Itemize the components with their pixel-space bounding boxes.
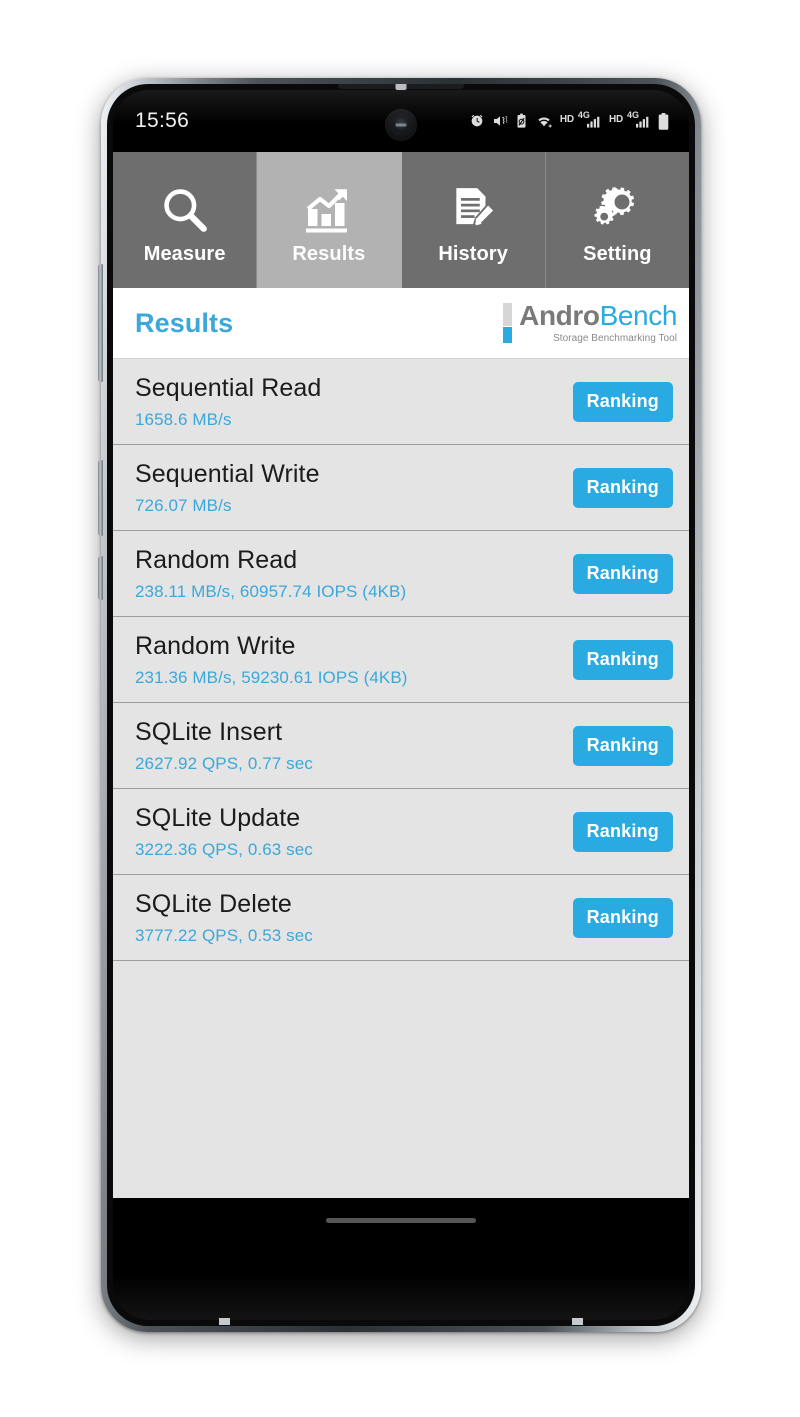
result-value: 3777.22 QPS, 0.53 sec [135,925,313,945]
table-row[interactable]: Sequential Write 726.07 MB/s Ranking [113,445,689,531]
ranking-button[interactable]: Ranking [572,467,673,508]
row-content: SQLite Update 3222.36 QPS, 0.63 sec [135,804,313,860]
tab-history[interactable]: History [401,152,546,288]
gears-icon [588,181,646,239]
ranking-button[interactable]: Ranking [572,897,673,938]
result-title: Random Write [135,631,296,660]
list-empty-area [113,961,689,1198]
result-value: 238.11 MB/s, 60957.74 IOPS (4KB) [135,581,407,601]
status-icon-tray: HD 4G HD 4G [469,110,669,130]
magnifier-icon [156,181,214,239]
result-value: 231.36 MB/s, 59230.61 IOPS (4KB) [135,667,408,687]
frame-antenna-notch-left [219,1318,230,1325]
page-header: Results AndroBench Storage Benchmarking … [113,288,689,359]
table-row[interactable]: Random Write 231.36 MB/s, 59230.61 IOPS … [113,617,689,703]
tab-results-label: Results [292,242,366,265]
result-title: Sequential Read [135,373,322,402]
status-bar: 15:56 HD 4G HD 4G [113,90,689,152]
result-value: 2627.92 QPS, 0.77 sec [135,753,313,773]
row-content: Sequential Write 726.07 MB/s [135,460,320,516]
volume-down-button[interactable] [98,460,103,536]
ranking-button[interactable]: Ranking [572,639,673,680]
table-row[interactable]: Random Read 238.11 MB/s, 60957.74 IOPS (… [113,531,689,617]
system-navigation-bar [113,1198,689,1320]
phone-device: 15:56 HD 4G HD 4G Measure Results Histor… [98,78,701,1332]
androbench-logo: AndroBench Storage Benchmarking Tool [503,302,677,344]
result-title: SQLite Insert [135,717,283,746]
mute-vibrate-icon [492,113,508,129]
table-row[interactable]: Sequential Read 1658.6 MB/s Ranking [113,359,689,445]
logo-wordmark: AndroBench [519,302,677,330]
phone-screen-glass: 15:56 HD 4G HD 4G Measure Results Histor… [113,90,689,1320]
ranking-button[interactable]: Ranking [572,381,673,422]
battery-saver-icon [515,113,528,129]
tab-setting[interactable]: Setting [545,152,689,288]
row-content: Random Read 238.11 MB/s, 60957.74 IOPS (… [135,546,406,602]
logo-word-bench: Bench [599,300,678,331]
result-title: SQLite Delete [135,889,292,918]
table-row[interactable]: SQLite Delete 3777.22 QPS, 0.53 sec Rank… [113,875,689,961]
page-title: Results [135,307,234,338]
row-content: SQLite Delete 3777.22 QPS, 0.53 sec [135,890,313,946]
tab-setting-label: Setting [583,242,652,265]
main-tab-bar: Measure Results History Setting [113,152,689,288]
row-content: Sequential Read 1658.6 MB/s [135,374,321,430]
table-row[interactable]: SQLite Update 3222.36 QPS, 0.63 sec Rank… [113,789,689,875]
document-pencil-icon [444,181,502,239]
row-content: Random Write 231.36 MB/s, 59230.61 IOPS … [135,632,408,688]
wifi-icon [535,113,553,129]
logo-bar-icon [503,303,513,343]
front-camera-punch-hole [385,109,417,141]
result-title: Sequential Write [135,459,320,488]
result-value: 726.07 MB/s [135,495,232,515]
result-value: 3222.36 QPS, 0.63 sec [135,839,313,859]
tab-results[interactable]: Results [257,152,402,288]
battery-icon [658,112,669,130]
logo-word-andro: Andro [519,300,600,331]
network-indicator-2: HD 4G [608,110,651,128]
status-clock: 15:56 [135,109,190,132]
tab-measure-label: Measure [143,242,226,265]
bar-chart-arrow-icon [300,181,358,239]
volume-up-button[interactable] [98,264,103,382]
tab-history-label: History [438,242,508,265]
network-indicator-1: HD 4G [559,110,602,128]
tab-measure[interactable]: Measure [113,152,258,288]
hd-call-icon: HD [559,114,574,125]
power-button[interactable] [98,556,103,600]
ranking-button[interactable]: Ranking [572,725,673,766]
results-list: Sequential Read 1658.6 MB/s Ranking Sequ… [113,359,689,1198]
table-row[interactable]: SQLite Insert 2627.92 QPS, 0.77 sec Rank… [113,703,689,789]
earpiece-sensor-icon [395,84,407,90]
frame-antenna-notch-right [572,1318,583,1325]
hd-call-icon-2: HD [608,114,623,125]
row-content: SQLite Insert 2627.92 QPS, 0.77 sec [135,718,313,774]
ranking-button[interactable]: Ranking [572,553,673,594]
ranking-button[interactable]: Ranking [572,811,673,852]
result-title: Random Read [135,545,298,574]
signal-4g-icon-1: 4G [577,110,590,120]
signal-4g-icon-2: 4G [626,110,639,120]
alarm-icon [469,113,485,129]
phone-bezel: 15:56 HD 4G HD 4G Measure Results Histor… [107,84,695,1326]
logo-tagline: Storage Benchmarking Tool [553,333,677,344]
result-value: 1658.6 MB/s [135,409,232,429]
screen: 15:56 HD 4G HD 4G Measure Results Histor… [113,90,689,1320]
result-title: SQLite Update [135,803,301,832]
logo-text: AndroBench Storage Benchmarking Tool [519,302,677,344]
gesture-home-pill[interactable] [326,1218,476,1223]
camera-lens-icon [393,117,409,133]
